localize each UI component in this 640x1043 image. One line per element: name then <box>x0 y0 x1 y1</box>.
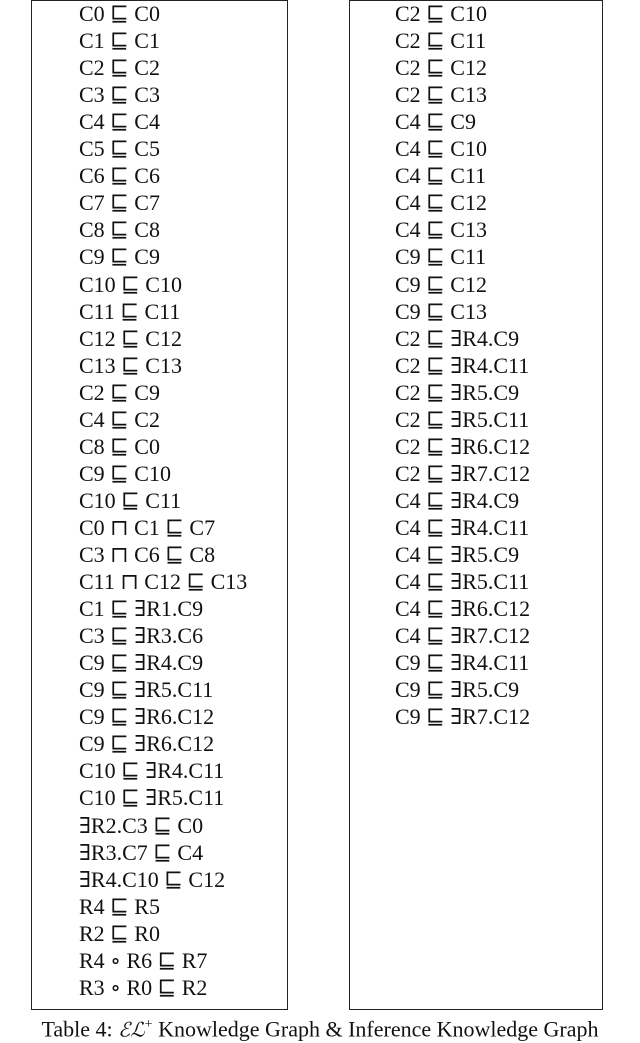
axiom-row: C11 ⊑ C11 <box>79 298 181 324</box>
axiom-row: C4 ⊑ ∃R4.C11 <box>395 514 530 540</box>
axiom-row: C4 ⊑ C4 <box>79 109 160 135</box>
axiom-row: C2 ⊑ C9 <box>79 379 160 405</box>
axiom-row: C4 ⊑ ∃R5.C9 <box>395 542 520 567</box>
axiom-row: C9 ⊑ ∃R6.C12 <box>79 731 215 757</box>
axiom-row: C9 ⊑ ∃R5.C9 <box>395 677 520 703</box>
axiom-row: R4 ⊑ R5 <box>79 893 160 919</box>
axiom-row: R4 ∘ R6 ⊑ R7 <box>79 947 208 973</box>
axiom-row: C3 ⊑ ∃R3.C6 <box>79 623 204 649</box>
axiom-row: C4 ⊑ C10 <box>395 136 487 162</box>
axiom-row: C4 ⊑ C9 <box>395 109 476 135</box>
axiom-row: C2 ⊑ ∃R5.C11 <box>395 406 530 432</box>
axiom-row: C2 ⊑ C12 <box>395 55 487 81</box>
axiom-row: C1 ⊑ ∃R1.C9 <box>79 596 204 622</box>
axiom-row: C3 ⊑ C3 <box>79 82 160 108</box>
axiom-row: C4 ⊑ ∃R5.C11 <box>395 569 530 595</box>
axiom-row: C10 ⊑ C11 <box>79 487 182 513</box>
axiom-row: C2 ⊑ C2 <box>79 55 160 81</box>
axiom-row: C2 ⊑ ∃R4.C9 <box>395 325 520 351</box>
axiom-row: C2 ⊑ ∃R6.C12 <box>395 433 531 459</box>
caption-logic-sup: + <box>144 1017 153 1032</box>
axiom-row: C8 ⊑ C0 <box>79 433 160 459</box>
axiom-row: C11 ⊓ C12 ⊑ C13 <box>79 569 248 595</box>
axiom-row: C5 ⊑ C5 <box>79 136 160 162</box>
axiom-row: ∃R4.C10 ⊑ C12 <box>79 866 226 892</box>
axiom-row: C9 ⊑ C12 <box>395 271 487 297</box>
axiom-row: ∃R2.C3 ⊑ C0 <box>79 812 204 838</box>
axiom-row: C2 ⊑ C11 <box>395 28 487 54</box>
axiom-row: C10 ⊑ ∃R4.C11 <box>79 758 225 784</box>
axiom-row: C7 ⊑ C7 <box>79 190 160 216</box>
axiom-row: C9 ⊑ ∃R4.C9 <box>79 650 204 676</box>
axiom-row: C9 ⊑ C11 <box>395 244 487 270</box>
axiom-row: R2 ⊑ R0 <box>79 920 160 946</box>
axiom-row: C1 ⊑ C1 <box>79 28 160 54</box>
axiom-row: C3 ⊓ C6 ⊑ C8 <box>79 542 216 567</box>
axiom-row: C9 ⊑ ∃R7.C12 <box>395 704 531 730</box>
axiom-row: C9 ⊑ ∃R6.C12 <box>79 704 215 730</box>
axiom-row: C8 ⊑ C8 <box>79 217 160 243</box>
axiom-row: C2 ⊑ ∃R4.C11 <box>395 352 530 378</box>
axiom-row: C9 ⊑ ∃R5.C11 <box>79 677 214 703</box>
axiom-row: C2 ⊑ C10 <box>395 1 487 26</box>
axiom-row: C4 ⊑ C12 <box>395 190 487 216</box>
table-caption: Table 4: ℰℒ+ Knowledge Graph & Inference… <box>0 1011 640 1043</box>
axiom-row: C9 ⊑ C9 <box>79 244 160 270</box>
caption-prefix: Table 4: <box>41 1016 119 1042</box>
axiom-row: C2 ⊑ ∃R5.C9 <box>395 379 520 405</box>
axiom-row: R3 ∘ R0 ⊑ R2 <box>79 974 208 1000</box>
axiom-row: C9 ⊑ C13 <box>395 298 487 324</box>
axiom-row: C2 ⊑ C13 <box>395 82 487 108</box>
axiom-row: C2 ⊑ ∃R7.C12 <box>395 460 531 486</box>
axiom-row: C4 ⊑ ∃R4.C9 <box>395 487 520 513</box>
axiom-row: C0 ⊓ C1 ⊑ C7 <box>79 514 216 540</box>
axiom-row: C4 ⊑ C11 <box>395 163 487 189</box>
axiom-row: C12 ⊑ C12 <box>79 325 182 351</box>
caption-logic-name: ℰℒ <box>118 1017 145 1042</box>
axiom-row: C10 ⊑ C10 <box>79 271 182 297</box>
axiom-row: C6 ⊑ C6 <box>79 163 160 189</box>
axiom-row: C4 ⊑ ∃R7.C12 <box>395 623 531 649</box>
axiom-row: C4 ⊑ C2 <box>79 406 160 432</box>
axiom-row: C0 ⊑ C0 <box>79 1 160 26</box>
axiom-row: C9 ⊑ C10 <box>79 460 171 486</box>
axiom-row: ∃R3.C7 ⊑ C4 <box>79 839 204 865</box>
caption-suffix: Knowledge Graph & Inference Knowledge Gr… <box>152 1016 599 1042</box>
axiom-row: C4 ⊑ C13 <box>395 217 487 243</box>
axiom-row: C4 ⊑ ∃R6.C12 <box>395 596 531 622</box>
axiom-row: C9 ⊑ ∃R4.C11 <box>395 650 530 676</box>
el-plus-knowledge-graph-box: C0 ⊑ C0 C1 ⊑ C1 C2 ⊑ C2 C3 ⊑ C3 C4 ⊑ C4 C5 ⊑ … <box>31 0 288 1010</box>
axiom-row: C13 ⊑ C13 <box>79 352 182 378</box>
axiom-row: C10 ⊑ ∃R5.C11 <box>79 785 225 811</box>
inference-knowledge-graph-box: C2 ⊑ C10 C2 ⊑ C11 C2 ⊑ C12 C2 ⊑ C13 C4 ⊑ C9 C… <box>349 0 603 1010</box>
